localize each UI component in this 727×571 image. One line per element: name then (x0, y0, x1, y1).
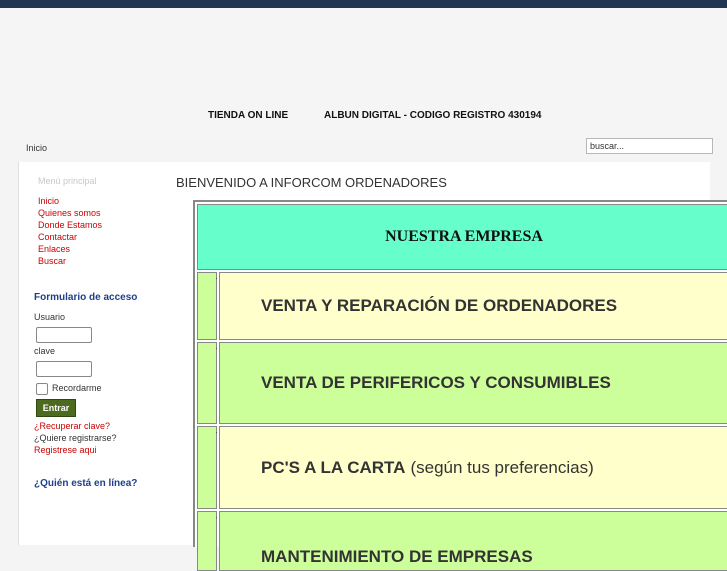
menu-item-enlaces[interactable]: Enlaces (38, 244, 70, 254)
register-link[interactable]: Registrese aqui (34, 445, 97, 455)
service-row: MANTENIMIENTO DE EMPRESAS (219, 511, 727, 571)
album-digital-link[interactable]: ALBUN DIGITAL - CODIGO REGISTRO 430194 (324, 110, 541, 121)
main-menu: Inicio Quienes somos Donde Estamos Conta… (38, 195, 102, 267)
row-marker: · (197, 511, 218, 571)
menu-item-quienes-somos[interactable]: Quienes somos (38, 208, 101, 218)
remember-checkbox[interactable] (36, 383, 48, 395)
service-row: VENTA DE PERIFERICOS Y CONSUMIBLES (219, 342, 727, 424)
username-field[interactable] (36, 327, 92, 343)
service-row: PC'S A LA CARTA (según tus preferencias) (219, 426, 727, 509)
service-subtitle: (según tus preferencias) (410, 457, 594, 477)
row-marker: · (197, 342, 218, 424)
main-menu-title: Menú principal (38, 176, 97, 186)
remember-label: Recordarme (52, 383, 102, 393)
menu-item-donde-estamos[interactable]: Donde Estamos (38, 220, 102, 230)
password-label: clave (34, 346, 56, 356)
register-question: ¿Quiere registrarse? (34, 433, 117, 443)
top-bar (0, 0, 727, 8)
row-marker: · (197, 426, 218, 509)
breadcrumb[interactable]: Inicio (26, 143, 47, 153)
who-is-online-title: ¿Quién está en línea? (34, 478, 138, 489)
username-label: Usuario (34, 312, 66, 322)
service-title: VENTA DE PERIFERICOS Y CONSUMIBLES (261, 373, 611, 392)
login-button[interactable]: Entrar (36, 399, 76, 417)
tienda-online-link[interactable]: TIENDA ON LINE (208, 110, 288, 121)
menu-item-contactar[interactable]: Contactar (38, 232, 77, 242)
welcome-heading: BIENVENIDO A INFORCOM ORDENADORES (176, 175, 447, 190)
search-input[interactable] (586, 138, 713, 154)
service-title: PC'S A LA CARTA (261, 457, 406, 477)
forgot-password-link[interactable]: ¿Recuperar clave? (34, 421, 110, 431)
panel-title: NUESTRA EMPRESA (197, 204, 727, 270)
service-row: VENTA Y REPARACIÓN DE ORDENADORES (219, 272, 727, 340)
row-marker: · (197, 272, 218, 340)
service-title: VENTA Y REPARACIÓN DE ORDENADORES (261, 296, 618, 315)
password-field[interactable] (36, 361, 92, 377)
menu-item-buscar[interactable]: Buscar (38, 256, 66, 266)
service-title: MANTENIMIENTO DE EMPRESAS (261, 547, 533, 566)
menu-item-inicio[interactable]: Inicio (38, 196, 59, 206)
company-panel: NUESTRA EMPRESA · VENTA Y REPARACIÓN DE … (193, 200, 727, 571)
login-form-title: Formulario de acceso (34, 292, 138, 303)
